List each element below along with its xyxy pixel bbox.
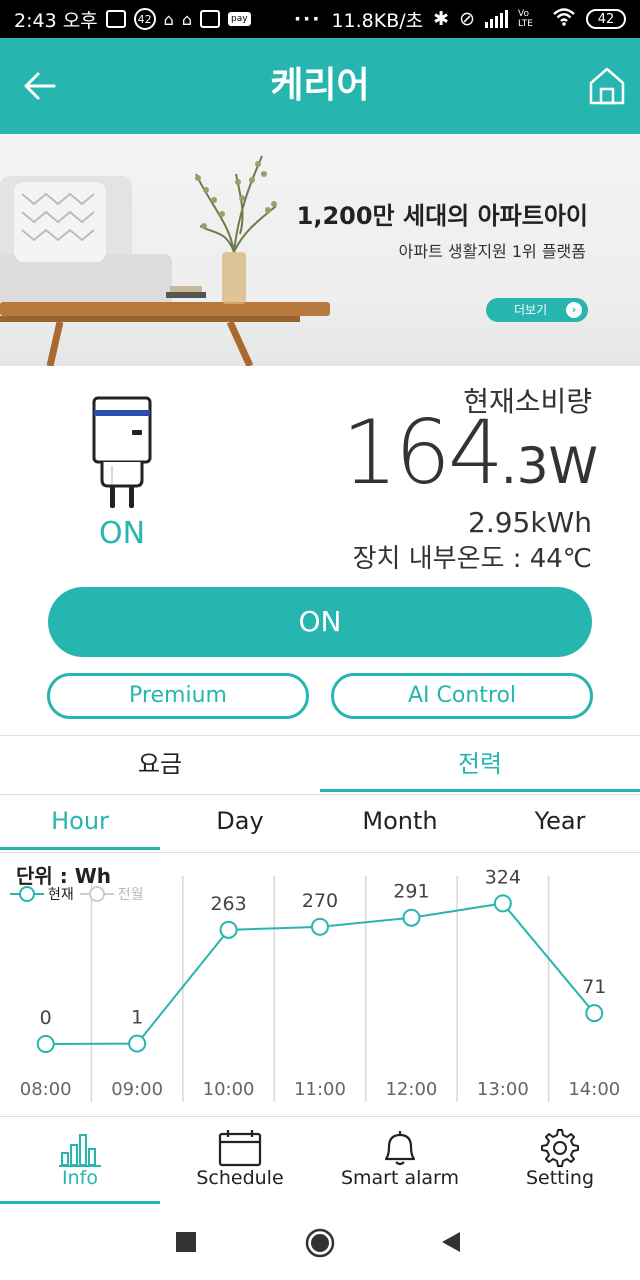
wifi-icon (552, 7, 576, 32)
tab-power[interactable]: 전력 (320, 736, 640, 794)
x-tick-label: 13:00 (477, 1079, 529, 1100)
home-notif-icon-2: ⌂ (181, 9, 192, 29)
data-point (585, 1004, 604, 1023)
bar-chart-icon (58, 1129, 102, 1167)
status-bar: 2:43 오후 42 ⌂ ⌂ pay ··· 11.8KB/초 ✱ ⊘ Vo L… (0, 0, 640, 38)
legend-item-current: 현재 (10, 884, 74, 904)
news-icon (199, 10, 220, 28)
more-label: 더보기 (514, 303, 548, 317)
legend-swatch-prev (79, 886, 114, 902)
data-label: 1 (131, 1007, 143, 1029)
legend-label-prev: 전월 (117, 887, 144, 903)
data-point (493, 894, 512, 913)
bluetooth-icon: ✱ (433, 8, 450, 30)
recent-apps-icon[interactable] (176, 1232, 196, 1256)
home-circle-icon[interactable] (305, 1228, 335, 1262)
tab-month[interactable]: Month (320, 795, 480, 852)
nav-info-label: Info (62, 1167, 98, 1189)
nav-schedule[interactable]: Schedule (160, 1117, 320, 1204)
nav-setting[interactable]: Setting (480, 1117, 640, 1204)
x-tick-label: 11:00 (294, 1079, 346, 1100)
data-point (311, 917, 329, 936)
more-dots: ··· (293, 8, 322, 30)
x-tick-label: 08:00 (20, 1079, 72, 1100)
period-tabs: Hour Day Month Year (0, 795, 640, 853)
current-consumption-value: 164.3W (342, 408, 598, 498)
nav-smart-alarm-label: Smart alarm (340, 1167, 460, 1189)
nav-info[interactable]: Info (0, 1117, 160, 1204)
data-label: 270 (302, 890, 338, 912)
smart-plug-icon (90, 396, 154, 516)
nav-setting-label: Setting (525, 1167, 595, 1189)
x-tick-label: 12:00 (385, 1079, 437, 1100)
status-time: 2:43 오후 (14, 9, 98, 32)
home-notif-icon: ⌂ (163, 9, 174, 29)
power-toggle-button[interactable]: ON (48, 587, 592, 657)
legend-swatch-current (10, 886, 44, 902)
data-label: 0 (40, 1007, 52, 1029)
calendar-icon (218, 1129, 262, 1167)
data-point (128, 1034, 147, 1053)
premium-button[interactable]: Premium (47, 673, 309, 719)
android-nav-bar (0, 1204, 640, 1280)
page-title: 케리어 (270, 65, 370, 106)
banner-more-button[interactable]: 더보기 › (486, 298, 588, 322)
home-icon[interactable] (588, 66, 626, 106)
device-state-label: ON (98, 516, 146, 551)
chart-legend: 현재 전월 (10, 884, 144, 904)
data-point (219, 920, 238, 939)
voicemail-icon (105, 10, 126, 28)
tab-day[interactable]: Day (160, 795, 320, 852)
x-tick-label: 14:00 (568, 1079, 620, 1100)
signal-icon (485, 10, 508, 28)
volte-icon: Vo LTE (518, 9, 533, 29)
x-tick-label: 09:00 (111, 1079, 163, 1100)
promo-banner[interactable]: 1,200만 세대의 아파트아이 아파트 생활지원 1위 플랫폼 더보기 › (0, 134, 640, 366)
ai-control-button[interactable]: AI Control (331, 673, 593, 719)
notification-count-badge: 42 (133, 8, 156, 30)
banner-headline: 1,200만 세대의 아파트아이 (296, 202, 588, 230)
nav-schedule-label: Schedule (196, 1167, 284, 1189)
tab-year[interactable]: Year (480, 795, 640, 852)
data-label: 71 (582, 976, 606, 998)
legend-item-prev: 전월 (79, 884, 144, 904)
data-point (402, 908, 421, 927)
data-label: 324 (485, 866, 521, 888)
current-value-decimal: .3W (500, 437, 598, 495)
app-header: 케리어 (0, 38, 640, 134)
data-point (36, 1035, 55, 1053)
energy-total: 2.95kWh (468, 506, 592, 539)
tab-hour[interactable]: Hour (0, 795, 160, 852)
tab-fee[interactable]: 요금 (0, 736, 320, 794)
chevron-right-icon: › (566, 302, 582, 318)
android-back-icon[interactable] (440, 1230, 462, 1258)
current-value-integer: 164 (341, 401, 504, 504)
gear-icon (538, 1129, 582, 1167)
battery-icon: 42 (586, 9, 626, 29)
network-speed: 11.8KB/초 (331, 9, 424, 32)
mute-icon: ⊘ (459, 8, 475, 30)
nav-smart-alarm[interactable]: Smart alarm (320, 1117, 480, 1204)
legend-label-current: 현재 (48, 887, 74, 903)
bell-icon (378, 1129, 422, 1167)
main-tabs: 요금 전력 (0, 735, 640, 795)
x-tick-label: 10:00 (203, 1079, 255, 1100)
pay-icon: pay (227, 12, 251, 26)
data-label: 263 (210, 893, 246, 915)
banner-subline: 아파트 생활지원 1위 플랫폼 (398, 242, 586, 261)
bottom-navigation: Info Schedule Smart alarm Setting (0, 1116, 640, 1204)
device-temperature: 장치 내부온도 : 44℃ (352, 544, 592, 574)
data-label: 291 (393, 881, 429, 903)
